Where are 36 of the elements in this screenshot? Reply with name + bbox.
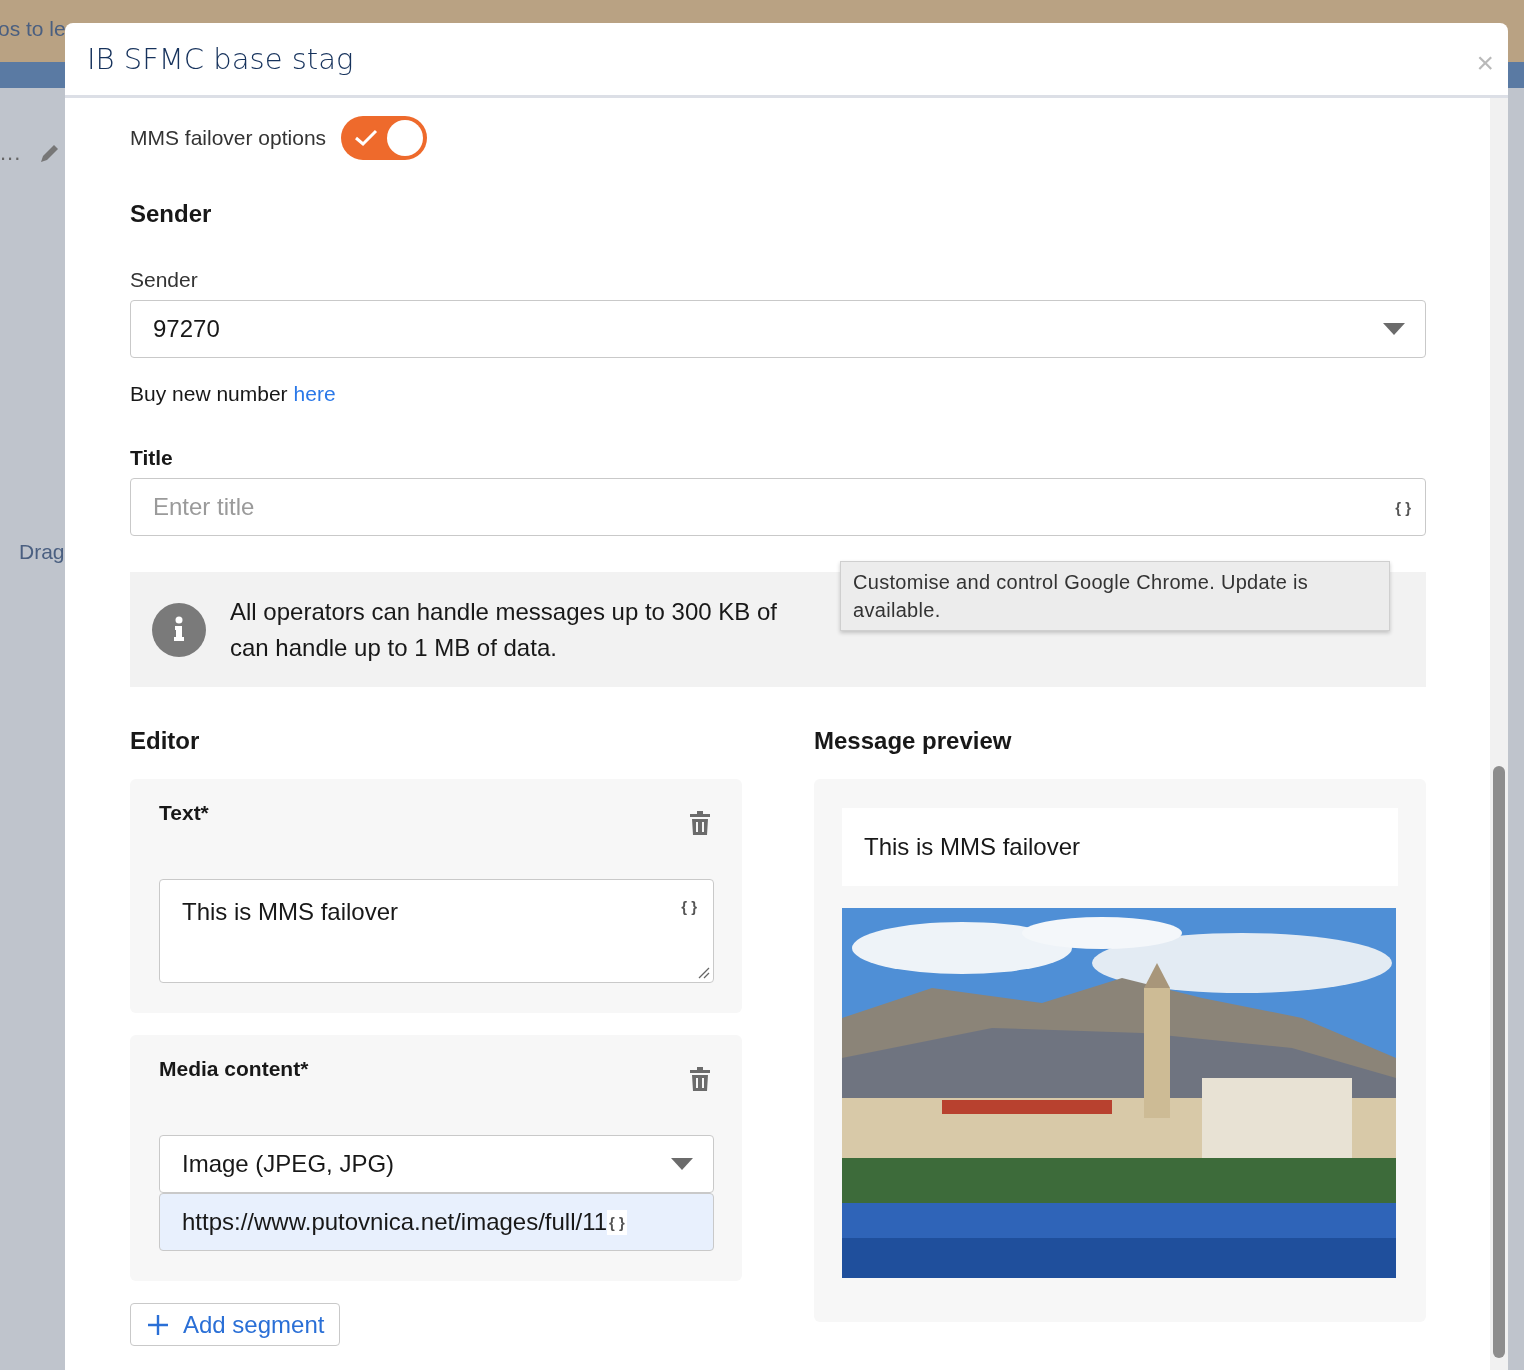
section-heading: Sender [130, 200, 213, 228]
segment-label: Text* [159, 801, 209, 825]
info-icon [152, 602, 206, 657]
info-text: All operators can handle messages up to 300 KB of [230, 597, 777, 626]
text-area[interactable]: This is MMS failover { } [159, 879, 714, 983]
toggle-label: MMS failover options [130, 126, 327, 150]
media-type-select[interactable]: Image (JPEG, JPG) [159, 1135, 714, 1193]
url-field[interactable]: https://www.putovnica.net/images/full/11{ } [159, 1193, 714, 1251]
message-text: This is MMS failover [864, 833, 1081, 861]
check-icon [354, 129, 379, 147]
variable-button[interactable]: { } [1395, 498, 1411, 516]
field-label: Title [130, 446, 174, 470]
field-label: Sender [130, 268, 199, 292]
caret-icon [671, 1158, 693, 1170]
toggle-switch[interactable] [341, 116, 428, 160]
more-text: ... [0, 140, 22, 166]
section-heading: Editor [130, 727, 201, 755]
caret-icon [1383, 323, 1405, 335]
trash-icon[interactable] [690, 811, 710, 835]
tooltip: Customise and control Google Chrome. Update is available. [840, 561, 1390, 631]
drag-text: Drag [19, 540, 65, 564]
dialog-title: IB SFMC base stag [87, 42, 354, 76]
here-link[interactable]: here [293, 382, 336, 406]
resize-handle-icon[interactable] [698, 967, 710, 979]
add-segment-button[interactable]: Add segment [130, 1303, 341, 1346]
plus-icon [147, 1313, 169, 1336]
info-text: can handle up to 1 MB of data. [230, 633, 558, 662]
scrollbar[interactable] [1490, 98, 1508, 1370]
trash-icon[interactable] [690, 1067, 710, 1091]
buy-text: Buy new number [130, 382, 288, 406]
section-heading: Message preview [814, 727, 1013, 755]
variable-button[interactable]: { } [607, 1209, 627, 1235]
title-field[interactable]: Enter title { } [130, 478, 1426, 536]
variable-button[interactable]: { } [681, 898, 697, 915]
segment-label: Media content* [159, 1057, 309, 1081]
sender-select[interactable]: 97270 [130, 300, 1426, 358]
